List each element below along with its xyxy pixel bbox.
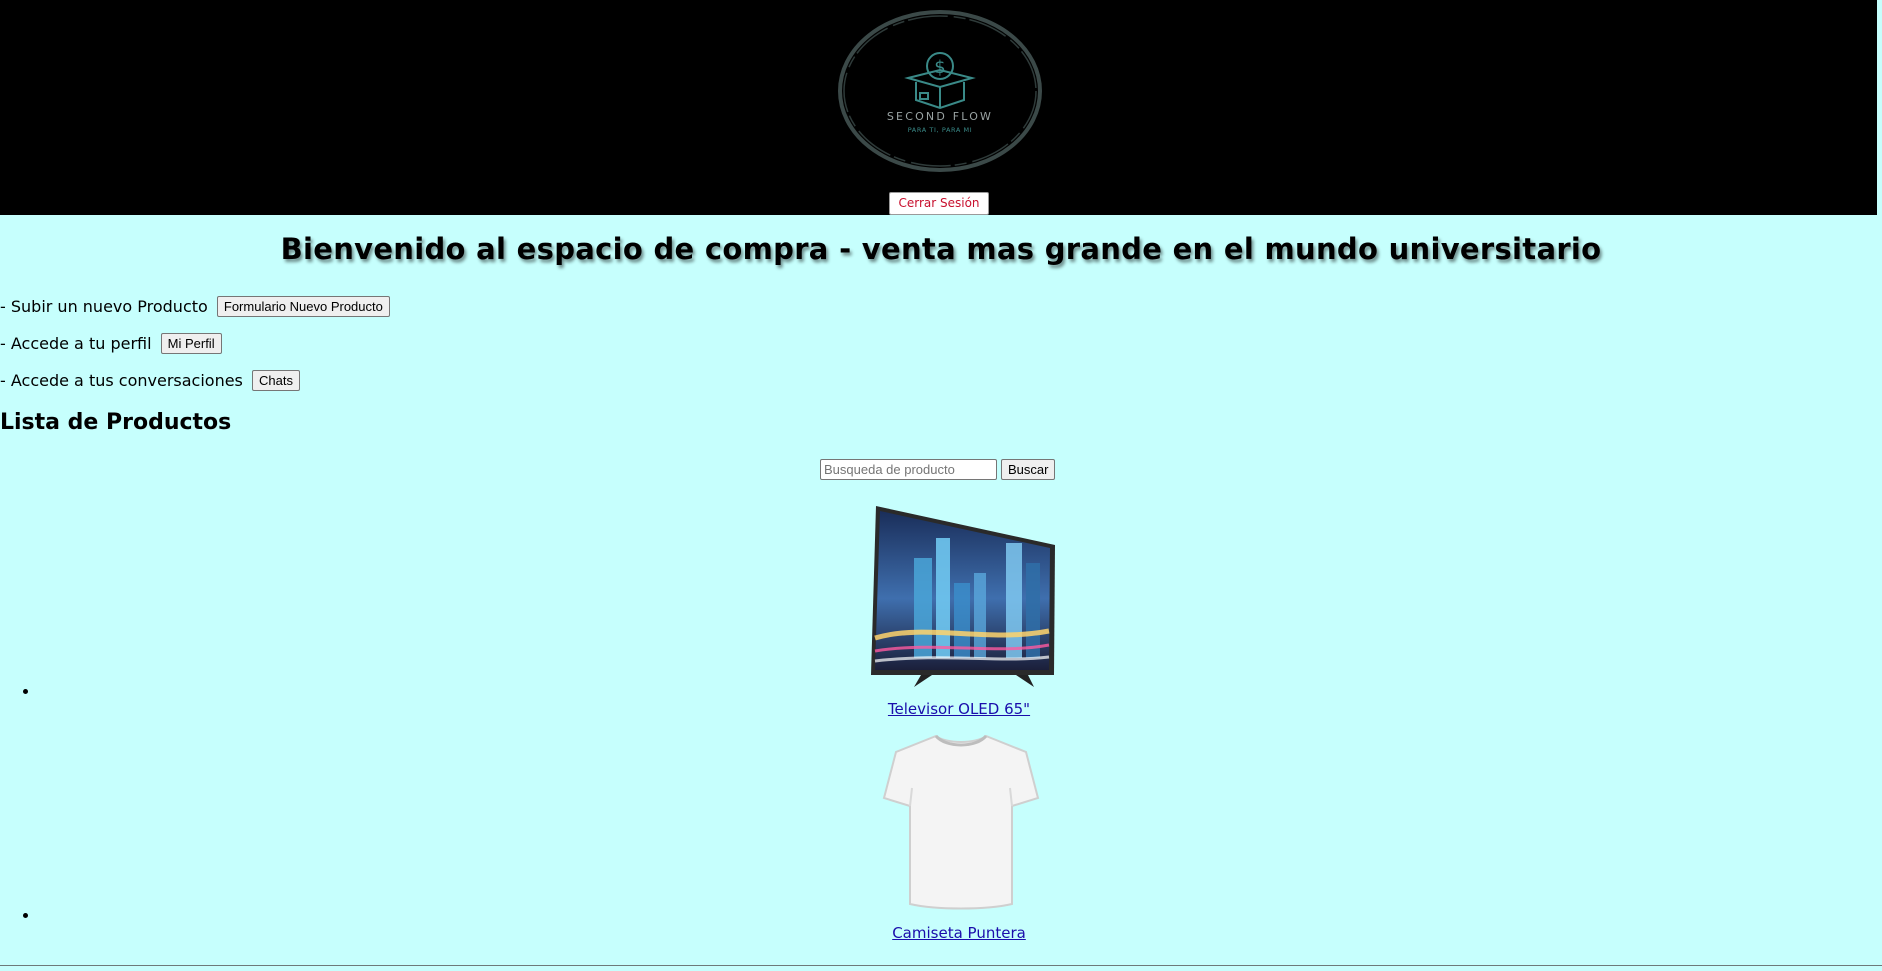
chats-label: - Accede a tus conversaciones: [0, 370, 243, 390]
bottom-edge: [0, 965, 1882, 971]
svg-text:$: $: [934, 57, 945, 78]
product-search-input[interactable]: [820, 459, 997, 480]
chats-row: - Accede a tus conversaciones Chats: [0, 368, 300, 392]
logo-tagline: PARA TI, PARA MI: [908, 126, 973, 134]
product-image-tshirt[interactable]: [866, 728, 1056, 913]
dollar-box-icon: $: [904, 52, 976, 110]
product-link-tshirt[interactable]: Camiseta Puntera: [759, 924, 1159, 942]
profile-row: - Accede a tu perfil Mi Perfil: [0, 331, 222, 355]
second-flow-logo: $ SECOND FLOW PARA TI, PARA MI: [838, 10, 1042, 172]
product-image-television[interactable]: [866, 503, 1056, 688]
product-list-title: Lista de Productos: [0, 410, 232, 435]
profile-label: - Accede a tu perfil: [0, 333, 152, 353]
product-link-television[interactable]: Televisor OLED 65": [759, 700, 1159, 718]
header: $ SECOND FLOW PARA TI, PARA MI Cerrar Se…: [0, 0, 1877, 215]
new-product-form-button[interactable]: Formulario Nuevo Producto: [216, 296, 390, 317]
upload-product-row: - Subir un nuevo Producto Formulario Nue…: [0, 294, 390, 318]
chats-button[interactable]: Chats: [251, 370, 300, 391]
upload-product-label: - Subir un nuevo Producto: [0, 296, 208, 316]
logout-button[interactable]: Cerrar Sesión: [889, 192, 989, 215]
my-profile-button[interactable]: Mi Perfil: [160, 333, 222, 354]
logo-brand: SECOND FLOW: [887, 110, 993, 123]
list-bullet: [23, 913, 28, 918]
welcome-heading: Bienvenido al espacio de compra - venta …: [280, 232, 1602, 266]
search-button[interactable]: Buscar: [1001, 459, 1056, 480]
list-bullet: [23, 689, 28, 694]
